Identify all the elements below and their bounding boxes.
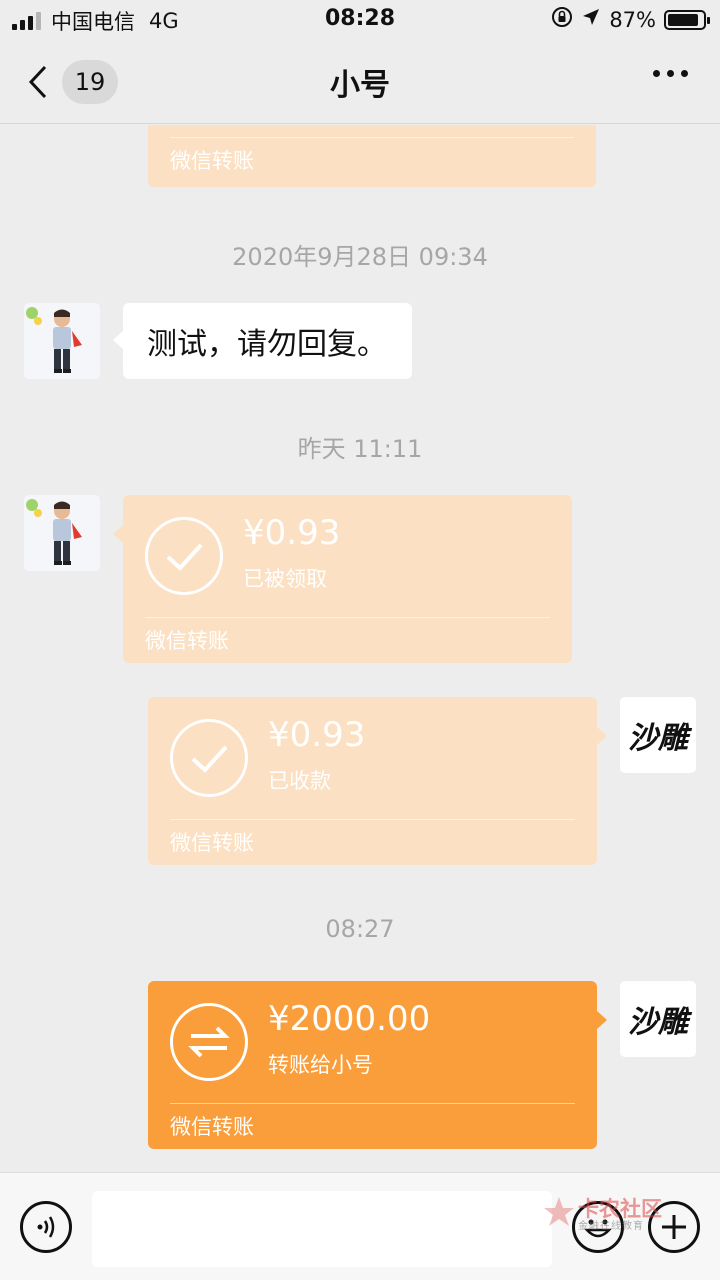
transfer-footer: 微信转账 <box>170 831 254 855</box>
transfer-footer: 微信转账 <box>170 1115 254 1139</box>
transfer-bubble[interactable]: ¥2000.00 转账给小号 微信转账 <box>148 981 607 1149</box>
more-options-button[interactable] <box>653 70 688 77</box>
message-timestamp: 昨天 11:11 <box>297 435 423 463</box>
transfer-arrows-icon <box>170 1003 248 1081</box>
more-dot-icon <box>653 70 660 77</box>
transfer-status: 已被领取 <box>243 567 327 591</box>
transfer-amount: ¥2000.00 <box>268 999 431 1039</box>
location-icon <box>581 7 601 32</box>
message-input[interactable] <box>92 1191 552 1267</box>
voice-input-button[interactable] <box>20 1201 72 1253</box>
contact-avatar[interactable] <box>24 303 100 379</box>
contact-avatar[interactable] <box>24 495 100 571</box>
chat-title: 小号 <box>330 68 390 103</box>
transfer-bubble[interactable]: ¥0.93 已收款 微信转账 <box>148 697 607 865</box>
unread-count-badge: 19 <box>62 60 118 104</box>
voice-icon <box>37 1216 55 1238</box>
transfer-bubble[interactable]: 微信转账 <box>148 125 596 187</box>
message-timestamp: 08:27 <box>325 915 395 943</box>
more-dot-icon <box>681 70 688 77</box>
transfer-status: 转账给小号 <box>268 1053 373 1077</box>
status-right: 87% <box>551 6 710 33</box>
transfer-status: 已收款 <box>268 769 331 793</box>
self-avatar[interactable]: 沙雕 <box>620 697 696 773</box>
more-dot-icon <box>667 70 674 77</box>
check-circle-icon <box>170 719 248 797</box>
battery-percent: 87% <box>609 7 656 32</box>
transfer-bubble[interactable]: ¥0.93 已被领取 微信转账 <box>113 495 572 663</box>
self-avatar-text: 沙雕 <box>628 1005 688 1040</box>
watermark-subtext: 金融在线教育 <box>578 1221 644 1232</box>
message-timestamp: 2020年9月28日 09:34 <box>232 243 488 271</box>
back-button[interactable]: 19 <box>28 58 128 106</box>
chat-header: 19 小号 <box>0 40 720 124</box>
battery-level <box>668 13 698 26</box>
chevron-left-icon <box>28 65 47 99</box>
watermark-icon <box>544 1197 574 1226</box>
input-bar: 卡农社区 金融在线教育 <box>0 1172 720 1280</box>
status-bar: 中国电信 4G 08:28 87% <box>0 0 720 40</box>
transfer-amount: ¥0.93 <box>243 513 341 553</box>
transfer-divider <box>170 819 575 820</box>
check-circle-icon <box>145 517 223 595</box>
watermark-logo: 卡农社区 金融在线教育 <box>542 1191 672 1235</box>
transfer-divider <box>170 1103 575 1104</box>
battery-icon <box>664 9 710 30</box>
message-text: 测试，请勿回复。 <box>147 327 387 362</box>
transfer-divider <box>170 137 574 138</box>
text-message-bubble[interactable]: 测试，请勿回复。 <box>113 303 412 379</box>
transfer-footer: 微信转账 <box>170 149 254 173</box>
message-list[interactable]: 微信转账 2020年9月28日 09:34 测试，请勿回复。 昨天 11:11 <box>0 125 720 1172</box>
rotation-lock-icon <box>551 6 573 33</box>
self-avatar[interactable]: 沙雕 <box>620 981 696 1057</box>
transfer-divider <box>145 617 550 618</box>
transfer-amount: ¥0.93 <box>268 715 366 755</box>
self-avatar-text: 沙雕 <box>628 721 688 756</box>
transfer-footer: 微信转账 <box>145 629 229 653</box>
